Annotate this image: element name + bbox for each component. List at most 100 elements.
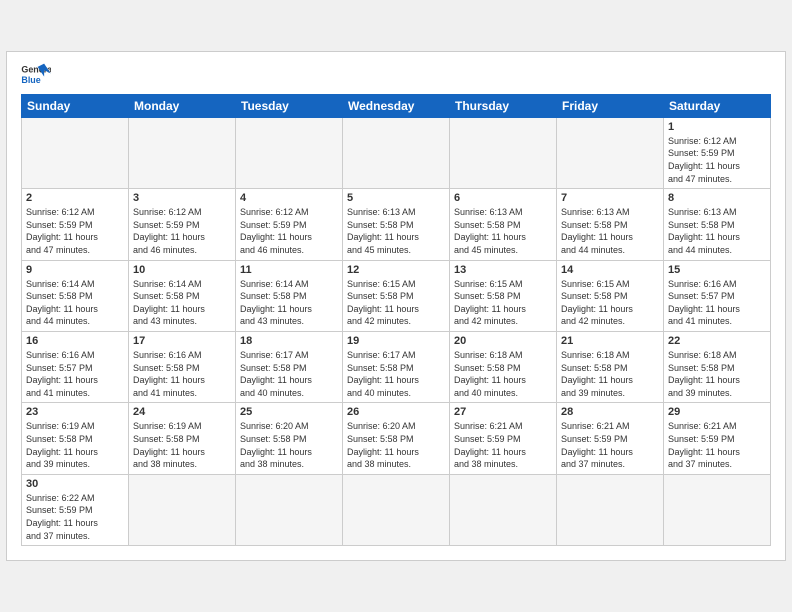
day-info: Sunrise: 6:12 AM Sunset: 5:59 PM Dayligh… (668, 135, 766, 185)
day-info: Sunrise: 6:13 AM Sunset: 5:58 PM Dayligh… (561, 206, 659, 256)
weekday-header-row: SundayMondayTuesdayWednesdayThursdayFrid… (22, 94, 771, 117)
calendar-day-cell (236, 474, 343, 545)
day-number: 29 (668, 406, 766, 418)
day-info: Sunrise: 6:19 AM Sunset: 5:58 PM Dayligh… (133, 420, 231, 470)
weekday-header-cell: Wednesday (343, 94, 450, 117)
calendar-day-cell (343, 474, 450, 545)
calendar-day-cell: 8 Sunrise: 6:13 AM Sunset: 5:58 PM Daylig… (664, 189, 771, 260)
day-number: 21 (561, 335, 659, 347)
weekday-header-cell: Thursday (450, 94, 557, 117)
day-number: 14 (561, 264, 659, 276)
calendar-day-cell: 28 Sunrise: 6:21 AM Sunset: 5:59 PM Dayli… (557, 403, 664, 474)
day-number: 5 (347, 192, 445, 204)
day-number: 1 (668, 121, 766, 133)
day-number: 13 (454, 264, 552, 276)
calendar-week-row: 2 Sunrise: 6:12 AM Sunset: 5:59 PM Daylig… (22, 189, 771, 260)
calendar-week-row: 9 Sunrise: 6:14 AM Sunset: 5:58 PM Daylig… (22, 260, 771, 331)
day-info: Sunrise: 6:13 AM Sunset: 5:58 PM Dayligh… (668, 206, 766, 256)
day-info: Sunrise: 6:15 AM Sunset: 5:58 PM Dayligh… (454, 278, 552, 328)
calendar-day-cell (129, 474, 236, 545)
weekday-header-cell: Saturday (664, 94, 771, 117)
calendar-day-cell: 4Sunrise: 6:12 AM Sunset: 5:59 PM Daylig… (236, 189, 343, 260)
logo-icon: General Blue (21, 62, 51, 88)
calendar-week-row: 23 Sunrise: 6:19 AM Sunset: 5:58 PM Dayli… (22, 403, 771, 474)
calendar-day-cell: 1 Sunrise: 6:12 AM Sunset: 5:59 PM Daylig… (664, 117, 771, 188)
day-number: 25 (240, 406, 338, 418)
day-number: 6 (454, 192, 552, 204)
day-info: Sunrise: 6:15 AM Sunset: 5:58 PM Dayligh… (347, 278, 445, 328)
calendar-day-cell: 16Sunrise: 6:16 AM Sunset: 5:57 PM Dayli… (22, 332, 129, 403)
day-number: 26 (347, 406, 445, 418)
day-info: Sunrise: 6:12 AM Sunset: 5:59 PM Dayligh… (26, 206, 124, 256)
day-info: Sunrise: 6:13 AM Sunset: 5:58 PM Dayligh… (454, 206, 552, 256)
day-info: Sunrise: 6:22 AM Sunset: 5:59 PM Dayligh… (26, 492, 124, 542)
calendar-day-cell: 13 Sunrise: 6:15 AM Sunset: 5:58 PM Dayli… (450, 260, 557, 331)
weekday-header-cell: Tuesday (236, 94, 343, 117)
day-number: 7 (561, 192, 659, 204)
day-info: Sunrise: 6:13 AM Sunset: 5:58 PM Dayligh… (347, 206, 445, 256)
calendar-day-cell: 19Sunrise: 6:17 AM Sunset: 5:58 PM Dayli… (343, 332, 450, 403)
calendar-day-cell: 18Sunrise: 6:17 AM Sunset: 5:58 PM Dayli… (236, 332, 343, 403)
calendar-day-cell: 7 Sunrise: 6:13 AM Sunset: 5:58 PM Daylig… (557, 189, 664, 260)
calendar-day-cell: 23 Sunrise: 6:19 AM Sunset: 5:58 PM Dayli… (22, 403, 129, 474)
calendar-day-cell (557, 474, 664, 545)
day-number: 11 (240, 264, 338, 276)
day-info: Sunrise: 6:20 AM Sunset: 5:58 PM Dayligh… (347, 420, 445, 470)
calendar-day-cell: 2 Sunrise: 6:12 AM Sunset: 5:59 PM Daylig… (22, 189, 129, 260)
day-number: 9 (26, 264, 124, 276)
calendar-day-cell: 14Sunrise: 6:15 AM Sunset: 5:58 PM Dayli… (557, 260, 664, 331)
day-info: Sunrise: 6:16 AM Sunset: 5:57 PM Dayligh… (26, 349, 124, 399)
day-number: 30 (26, 478, 124, 490)
weekday-header-cell: Monday (129, 94, 236, 117)
calendar-day-cell: 15Sunrise: 6:16 AM Sunset: 5:57 PM Dayli… (664, 260, 771, 331)
logo: General Blue (21, 62, 51, 88)
day-info: Sunrise: 6:14 AM Sunset: 5:58 PM Dayligh… (26, 278, 124, 328)
calendar-table: SundayMondayTuesdayWednesdayThursdayFrid… (21, 94, 771, 546)
calendar-week-row: 1 Sunrise: 6:12 AM Sunset: 5:59 PM Daylig… (22, 117, 771, 188)
calendar-day-cell (343, 117, 450, 188)
calendar-day-cell: 3Sunrise: 6:12 AM Sunset: 5:59 PM Daylig… (129, 189, 236, 260)
day-info: Sunrise: 6:21 AM Sunset: 5:59 PM Dayligh… (561, 420, 659, 470)
calendar-day-cell: 11Sunrise: 6:14 AM Sunset: 5:58 PM Dayli… (236, 260, 343, 331)
day-info: Sunrise: 6:18 AM Sunset: 5:58 PM Dayligh… (454, 349, 552, 399)
day-number: 2 (26, 192, 124, 204)
day-info: Sunrise: 6:20 AM Sunset: 5:58 PM Dayligh… (240, 420, 338, 470)
day-number: 18 (240, 335, 338, 347)
calendar-day-cell: 29 Sunrise: 6:21 AM Sunset: 5:59 PM Dayli… (664, 403, 771, 474)
calendar-day-cell: 17 Sunrise: 6:16 AM Sunset: 5:58 PM Dayli… (129, 332, 236, 403)
calendar-header: General Blue (21, 62, 771, 88)
day-number: 17 (133, 335, 231, 347)
calendar-day-cell: 27Sunrise: 6:21 AM Sunset: 5:59 PM Dayli… (450, 403, 557, 474)
day-info: Sunrise: 6:21 AM Sunset: 5:59 PM Dayligh… (668, 420, 766, 470)
day-info: Sunrise: 6:14 AM Sunset: 5:58 PM Dayligh… (133, 278, 231, 328)
day-info: Sunrise: 6:12 AM Sunset: 5:59 PM Dayligh… (240, 206, 338, 256)
calendar-day-cell: 24 Sunrise: 6:19 AM Sunset: 5:58 PM Dayli… (129, 403, 236, 474)
calendar-day-cell (129, 117, 236, 188)
day-info: Sunrise: 6:16 AM Sunset: 5:58 PM Dayligh… (133, 349, 231, 399)
day-number: 19 (347, 335, 445, 347)
day-number: 28 (561, 406, 659, 418)
calendar-day-cell (664, 474, 771, 545)
calendar-day-cell: 20 Sunrise: 6:18 AM Sunset: 5:58 PM Dayli… (450, 332, 557, 403)
day-number: 22 (668, 335, 766, 347)
day-number: 20 (454, 335, 552, 347)
calendar-day-cell: 6 Sunrise: 6:13 AM Sunset: 5:58 PM Daylig… (450, 189, 557, 260)
calendar-body: 1 Sunrise: 6:12 AM Sunset: 5:59 PM Daylig… (22, 117, 771, 545)
calendar-day-cell: 9 Sunrise: 6:14 AM Sunset: 5:58 PM Daylig… (22, 260, 129, 331)
day-number: 23 (26, 406, 124, 418)
day-number: 12 (347, 264, 445, 276)
calendar-day-cell: 22 Sunrise: 6:18 AM Sunset: 5:58 PM Dayli… (664, 332, 771, 403)
calendar-day-cell (22, 117, 129, 188)
day-info: Sunrise: 6:18 AM Sunset: 5:58 PM Dayligh… (668, 349, 766, 399)
svg-text:Blue: Blue (21, 75, 40, 85)
day-info: Sunrise: 6:16 AM Sunset: 5:57 PM Dayligh… (668, 278, 766, 328)
day-info: Sunrise: 6:18 AM Sunset: 5:58 PM Dayligh… (561, 349, 659, 399)
calendar-day-cell: 25 Sunrise: 6:20 AM Sunset: 5:58 PM Dayli… (236, 403, 343, 474)
calendar-day-cell: 26 Sunrise: 6:20 AM Sunset: 5:58 PM Dayli… (343, 403, 450, 474)
calendar-week-row: 30 Sunrise: 6:22 AM Sunset: 5:59 PM Dayli… (22, 474, 771, 545)
day-info: Sunrise: 6:19 AM Sunset: 5:58 PM Dayligh… (26, 420, 124, 470)
day-number: 8 (668, 192, 766, 204)
calendar-day-cell: 5 Sunrise: 6:13 AM Sunset: 5:58 PM Daylig… (343, 189, 450, 260)
calendar-day-cell (450, 117, 557, 188)
day-number: 24 (133, 406, 231, 418)
